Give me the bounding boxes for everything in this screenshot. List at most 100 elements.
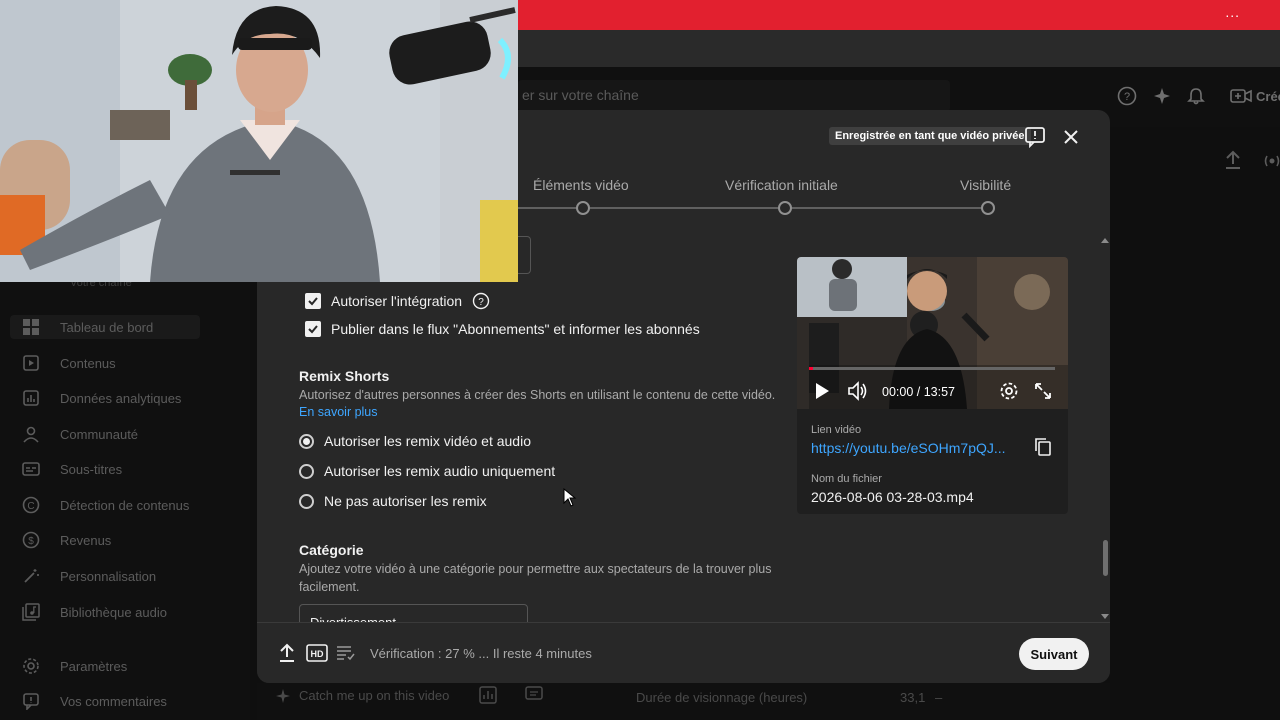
sidebar-item-label: Communauté [60, 426, 139, 442]
sparkle-icon [276, 689, 290, 703]
upload-status: Vérification : 27 % ... Il reste 4 minut… [370, 646, 592, 661]
filename: 2026-08-06 03-28-03.mp4 [811, 489, 974, 505]
sidebar-item-dashboard[interactable]: Tableau de bord [10, 315, 200, 339]
radio-unselected[interactable] [299, 463, 314, 479]
create-video-icon[interactable] [1230, 86, 1252, 106]
sparkle-icon[interactable] [1152, 86, 1172, 106]
sidebar-item-label: Contenus [60, 355, 116, 371]
watch-time-label: Durée de visionnage (heures) [636, 690, 808, 705]
watch-time-value: 33,1 [900, 690, 926, 705]
video-time: 00:00 / 13:57 [882, 385, 955, 399]
sidebar-item-customization[interactable]: Personnalisation [20, 564, 156, 588]
comment-icon[interactable] [525, 686, 543, 704]
remix-option-none[interactable]: Ne pas autoriser les remix [299, 493, 487, 509]
catch-up-button[interactable]: Catch me up on this video [299, 688, 449, 703]
next-button[interactable]: Suivant [1019, 638, 1089, 670]
embed-checkbox-row[interactable]: Autoriser l'intégration ? [305, 292, 490, 310]
community-icon [20, 425, 42, 443]
sidebar-item-label: Données analytiques [60, 390, 182, 406]
upload-icon[interactable] [278, 643, 296, 663]
sidebar-item-settings[interactable]: Paramètres [20, 654, 127, 678]
sidebar-item-label: Détection de contenus [60, 497, 190, 513]
more-menu[interactable]: ... [1225, 4, 1240, 20]
bell-icon[interactable] [1186, 86, 1206, 106]
sidebar-item-analytics[interactable]: Données analytiques [20, 386, 181, 410]
help-icon[interactable]: ? [472, 292, 490, 310]
sidebar-item-label: Vos commentaires [60, 693, 167, 709]
chart-icon[interactable] [479, 686, 497, 704]
sidebar-item-label: Sous-titres [60, 461, 123, 477]
sidebar-item-content[interactable]: Contenus [20, 351, 116, 375]
remix-description: Autorisez d'autres personnes à créer des… [299, 388, 776, 402]
close-icon[interactable] [1060, 126, 1082, 148]
radio-label: Autoriser les remix vidéo et audio [324, 433, 531, 449]
step-dot [576, 201, 590, 215]
fullscreen-icon[interactable] [1034, 382, 1052, 400]
video-link[interactable]: https://youtu.be/eSOHm7pQJ... [811, 440, 1006, 456]
remix-option-audio[interactable]: Autoriser les remix audio uniquement [299, 463, 555, 479]
sidebar-item-copyright[interactable]: C Détection de contenus [20, 493, 189, 517]
step-visibility[interactable]: Visibilité [960, 177, 1011, 193]
video-player[interactable]: 00:00 / 13:57 [797, 257, 1068, 409]
search-input[interactable]: er sur votre chaîne [518, 80, 950, 112]
volume-icon[interactable] [847, 381, 869, 401]
learn-more-link[interactable]: En savoir plus [299, 405, 378, 419]
copyright-icon: C [20, 496, 42, 514]
create-button[interactable]: Créer [1256, 89, 1280, 104]
step-dot [778, 201, 792, 215]
search-placeholder: er sur votre chaîne [522, 87, 639, 103]
mouse-cursor [563, 488, 577, 507]
step-dot [981, 201, 995, 215]
svg-text:?: ? [1124, 91, 1130, 103]
checkbox-checked[interactable] [305, 293, 321, 309]
scroll-down-arrow[interactable] [1100, 613, 1110, 621]
radio-label: Autoriser les remix audio uniquement [324, 463, 556, 479]
feedback-icon [20, 692, 42, 710]
subtitles-icon [20, 460, 42, 478]
category-title: Catégorie [299, 542, 364, 558]
field-edge [518, 236, 531, 274]
remix-option-all[interactable]: Autoriser les remix vidéo et audio [299, 433, 531, 449]
dashboard-icon [20, 318, 42, 336]
upload-icon[interactable] [1223, 149, 1243, 171]
sidebar-item-label: Personnalisation [60, 568, 157, 584]
sidebar-item-earn[interactable]: $ Revenus [20, 528, 111, 552]
watch-time-dash: – [935, 690, 943, 705]
gear-icon[interactable] [999, 381, 1019, 401]
scrollbar-thumb[interactable] [1103, 540, 1108, 576]
content-icon [20, 354, 42, 372]
step-video-elements[interactable]: Éléments vidéo [533, 177, 629, 193]
dollar-icon: $ [20, 531, 42, 549]
play-icon[interactable] [813, 382, 831, 400]
analytics-icon [20, 389, 42, 407]
gear-icon [20, 657, 42, 675]
step-checks[interactable]: Vérification initiale [725, 177, 838, 193]
checkbox-checked[interactable] [305, 321, 321, 337]
sidebar-item-label: Revenus [60, 532, 112, 548]
wand-icon [20, 567, 42, 585]
live-icon[interactable] [1262, 151, 1280, 171]
subscriptions-checkbox-row[interactable]: Publier dans le flux "Abonnements" et in… [305, 321, 700, 337]
scroll-up-arrow[interactable] [1100, 236, 1110, 244]
svg-text:?: ? [478, 297, 484, 308]
remix-title: Remix Shorts [299, 368, 390, 384]
checkbox-label: Autoriser l'intégration [331, 293, 463, 309]
dialog-footer: HD Vérification : 27 % ... Il reste 4 mi… [257, 622, 1110, 683]
sidebar-item-subtitles[interactable]: Sous-titres [20, 457, 122, 481]
feedback-icon[interactable] [1024, 126, 1046, 148]
help-icon[interactable]: ? [1117, 86, 1137, 106]
sidebar-item-community[interactable]: Communauté [20, 422, 138, 446]
webcam-image [0, 0, 518, 282]
sidebar-item-feedback[interactable]: Vos commentaires [20, 689, 167, 713]
sidebar-item-audio-library[interactable]: Bibliothèque audio [20, 600, 167, 624]
copy-icon[interactable] [1034, 437, 1052, 457]
radio-unselected[interactable] [299, 493, 314, 509]
status-badge: Enregistrée en tant que vidéo privée [829, 127, 1031, 145]
svg-text:$: $ [28, 536, 34, 547]
radio-selected[interactable] [299, 433, 314, 449]
link-label: Lien vidéo [811, 424, 862, 436]
checks-list-icon[interactable] [336, 645, 356, 661]
hd-icon[interactable]: HD [306, 644, 328, 662]
webcam-overlay [0, 0, 518, 282]
right-background [1110, 127, 1280, 720]
